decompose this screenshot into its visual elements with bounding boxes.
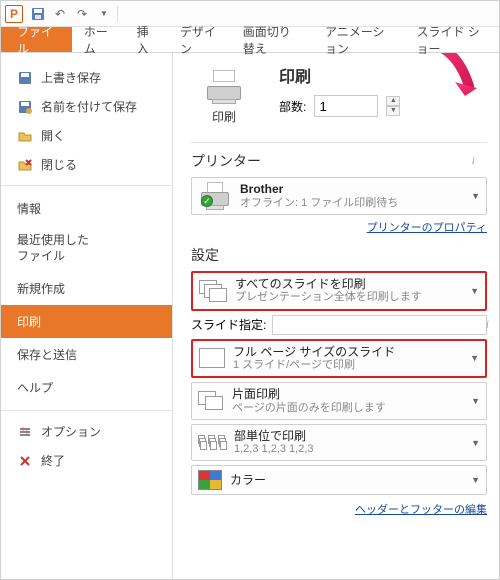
full-page-slide-icon bbox=[199, 348, 225, 368]
app-icon: P bbox=[5, 5, 23, 23]
duplex-dropdown[interactable]: 片面印刷 ページの片面のみを印刷します ▼ bbox=[191, 382, 487, 420]
sidebar-item-recent[interactable]: 最近使用した ファイル bbox=[1, 225, 172, 272]
chevron-down-icon: ▼ bbox=[471, 475, 480, 485]
copies-label: 部数: bbox=[279, 98, 306, 115]
chevron-down-icon: ▼ bbox=[471, 396, 480, 406]
sidebar-item-options[interactable]: オプション bbox=[1, 417, 172, 446]
header-footer-link[interactable]: ヘッダーとフッターの編集 bbox=[191, 501, 487, 517]
info-icon[interactable]: i bbox=[472, 153, 475, 168]
collate-dropdown[interactable]: 部単位で印刷 1,2,3 1,2,3 1,2,3 ▼ bbox=[191, 424, 487, 462]
color-icon bbox=[198, 470, 222, 490]
sidebar-item-print[interactable]: 印刷 bbox=[1, 305, 172, 338]
printer-status: オフライン: 1 ファイル印刷待ち bbox=[240, 197, 463, 210]
printer-section-title: プリンター bbox=[191, 151, 487, 171]
exit-icon bbox=[17, 453, 33, 469]
all-slides-icon bbox=[199, 280, 227, 302]
print-button[interactable]: 印刷 bbox=[191, 63, 257, 130]
print-header: 印刷 bbox=[279, 63, 400, 87]
tab-file[interactable]: ファイル bbox=[1, 27, 72, 52]
chevron-down-icon: ▼ bbox=[471, 438, 480, 448]
printer-name: Brother bbox=[240, 182, 463, 196]
sidebar-item-open[interactable]: 開く bbox=[1, 121, 172, 150]
tab-transitions[interactable]: 画面切り替え bbox=[231, 27, 313, 52]
sidebar-item-close[interactable]: 閉じる bbox=[1, 150, 172, 179]
tab-home[interactable]: ホーム bbox=[72, 27, 125, 52]
save-as-icon bbox=[17, 99, 33, 115]
chevron-down-icon: ▼ bbox=[470, 353, 479, 363]
printer-dropdown[interactable]: ✓ Brother オフライン: 1 ファイル印刷待ち ▼ bbox=[191, 177, 487, 215]
printer-icon bbox=[204, 70, 244, 104]
sidebar-item-exit[interactable]: 終了 bbox=[1, 446, 172, 475]
options-icon bbox=[17, 424, 33, 440]
sidebar-item-save-send[interactable]: 保存と送信 bbox=[1, 338, 172, 371]
status-ready-icon: ✓ bbox=[201, 195, 213, 207]
print-panel: 印刷 印刷 部数: ▲▼ プリンター i ✓ bbox=[173, 53, 499, 579]
layout-dropdown[interactable]: フル ページ サイズのスライド 1 スライド/ページで印刷 ▼ bbox=[191, 339, 487, 379]
save-icon bbox=[17, 70, 33, 86]
sidebar-item-save-as[interactable]: 名前を付けて保存 bbox=[1, 92, 172, 121]
sidebar-item-save[interactable]: 上書き保存 bbox=[1, 63, 172, 92]
tab-design[interactable]: デザイン bbox=[168, 27, 231, 52]
collate-icon bbox=[198, 433, 226, 453]
copies-spinner[interactable]: ▲▼ bbox=[386, 96, 400, 116]
sidebar-item-info[interactable]: 情報 bbox=[1, 192, 172, 225]
redo-icon[interactable]: ↷ bbox=[73, 5, 91, 23]
sidebar-item-new[interactable]: 新規作成 bbox=[1, 272, 172, 305]
one-sided-icon bbox=[198, 391, 224, 411]
quick-access-toolbar: ↶ ↷ ▼ bbox=[29, 5, 118, 23]
print-range-dropdown[interactable]: すべてのスライドを印刷 プレゼンテーション全体を印刷します ▼ bbox=[191, 271, 487, 311]
undo-icon[interactable]: ↶ bbox=[51, 5, 69, 23]
printer-properties-link[interactable]: プリンターのプロパティ bbox=[191, 219, 487, 235]
close-icon bbox=[17, 157, 33, 173]
slide-spec-input[interactable] bbox=[272, 315, 487, 335]
open-icon bbox=[17, 128, 33, 144]
tab-animations[interactable]: アニメーション bbox=[313, 27, 404, 52]
settings-section-title: 設定 bbox=[191, 245, 487, 265]
tab-insert[interactable]: 挿入 bbox=[125, 27, 168, 52]
chevron-down-icon: ▼ bbox=[471, 191, 480, 201]
color-dropdown[interactable]: カラー ▼ bbox=[191, 465, 487, 495]
sidebar-item-help[interactable]: ヘルプ bbox=[1, 371, 172, 404]
info-icon[interactable]: i bbox=[486, 317, 489, 332]
copies-input[interactable] bbox=[314, 95, 378, 117]
qat-dropdown-icon[interactable]: ▼ bbox=[95, 5, 113, 23]
chevron-down-icon: ▼ bbox=[470, 286, 479, 296]
ribbon-tabs: ファイル ホーム 挿入 デザイン 画面切り替え アニメーション スライド ショー bbox=[1, 27, 499, 53]
save-icon[interactable] bbox=[29, 5, 47, 23]
slide-spec-label: スライド指定: bbox=[191, 316, 266, 333]
tab-slideshow[interactable]: スライド ショー bbox=[404, 27, 499, 52]
backstage-sidebar: 上書き保存 名前を付けて保存 開く 閉じる 情報 最近使用した ファイル 新規作… bbox=[1, 53, 173, 579]
